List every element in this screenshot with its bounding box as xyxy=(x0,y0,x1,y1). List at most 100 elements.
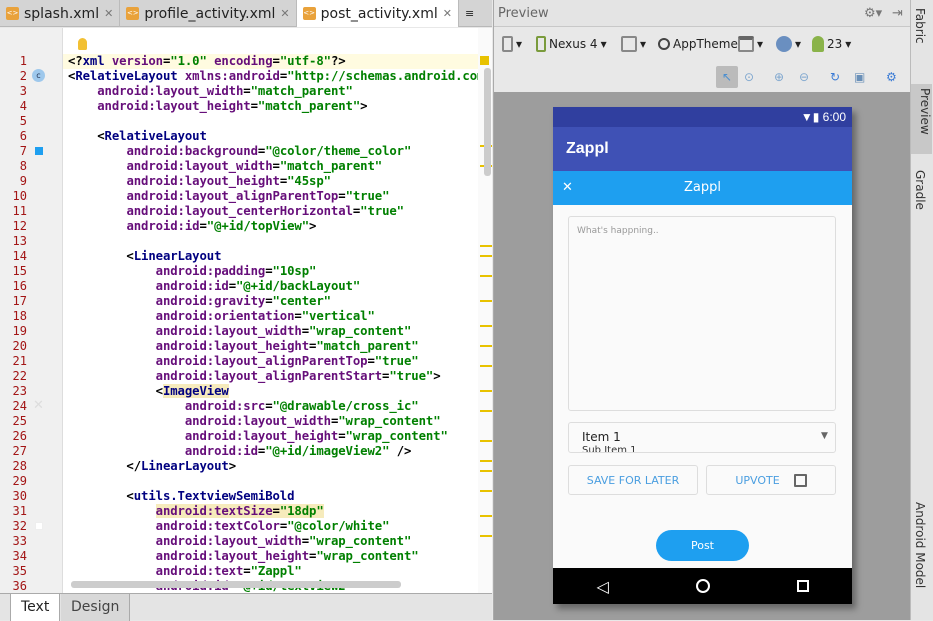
code-token: ImageView xyxy=(162,384,229,398)
actual-size-button[interactable]: ⊙ xyxy=(744,66,754,88)
api-level-dropdown[interactable]: 23 ▾ xyxy=(812,33,851,55)
code-token: android:orientation xyxy=(155,309,295,323)
stripe-marker[interactable] xyxy=(480,245,492,247)
device-dropdown[interactable]: Nexus 4 ▾ xyxy=(536,33,607,55)
code-token: < xyxy=(68,489,134,503)
code-token: = xyxy=(250,99,258,113)
color-swatch-icon xyxy=(35,147,43,155)
upvote-checkbox[interactable] xyxy=(793,473,807,487)
horizontal-scrollbar[interactable] xyxy=(71,581,401,588)
code-token: = xyxy=(294,309,302,323)
vertical-scrollbar[interactable] xyxy=(484,68,491,176)
intention-bulb-icon[interactable] xyxy=(78,38,87,50)
line-number: 16 xyxy=(12,279,27,293)
code-line: android:layout_width="wrap_content" xyxy=(68,534,478,549)
stripe-marker[interactable] xyxy=(480,410,492,412)
line-number: 4 xyxy=(19,99,27,113)
item-spinner[interactable]: Item 1 Sub Item 1 ▼ xyxy=(568,422,836,453)
tab-post-activity[interactable]: <> post_activity.xml ✕ xyxy=(296,0,459,27)
code-line: <?xml version="1.0" encoding="utf-8"?> xyxy=(68,54,478,69)
close-icon[interactable]: ✕ xyxy=(280,7,289,20)
stripe-marker[interactable] xyxy=(480,300,492,302)
code-line: android:layout_centerHorizontal="true" xyxy=(68,204,478,219)
zoom-out-button[interactable]: ⊖ xyxy=(799,66,809,88)
zoom-in-button[interactable]: ⊕ xyxy=(774,66,784,88)
preview-tool-button[interactable]: Preview xyxy=(911,84,932,154)
orientation-dropdown[interactable]: ▾ xyxy=(621,33,646,55)
hide-panel-icon[interactable]: ⇥ xyxy=(892,0,903,27)
preview-options-button[interactable]: ⚙ xyxy=(886,66,897,88)
warning-marker xyxy=(480,56,489,65)
app-bar: Zappl xyxy=(553,127,852,171)
tab-design[interactable]: Design xyxy=(61,594,131,621)
tab-text[interactable]: Text xyxy=(10,594,61,621)
gradle-tool-button[interactable]: Gradle xyxy=(913,170,927,210)
stripe-marker[interactable] xyxy=(480,275,492,277)
fabric-tool-button[interactable]: Fabric xyxy=(913,8,927,44)
code-token: <? xyxy=(68,54,83,68)
stripe-marker[interactable] xyxy=(480,325,492,327)
stripe-marker[interactable] xyxy=(480,490,492,492)
close-icon[interactable]: ✕ xyxy=(104,7,113,20)
recents-icon[interactable] xyxy=(796,580,809,592)
code-token: "wrap_content" xyxy=(316,549,419,563)
code-token: android:layout_width xyxy=(155,534,302,548)
close-icon[interactable]: ✕ xyxy=(562,171,573,205)
tabs-overflow-button[interactable]: ≡ xyxy=(459,0,480,27)
code-token: "@+id/imageView2" xyxy=(265,444,390,458)
back-icon[interactable]: ◁ xyxy=(596,577,608,596)
refresh-icon: ↻ xyxy=(830,70,841,84)
code-token: android:id xyxy=(126,219,200,233)
stripe-marker[interactable] xyxy=(480,390,492,392)
activity-dropdown[interactable]: ▾ xyxy=(738,33,763,55)
post-text-input[interactable]: What's happning.. xyxy=(568,216,836,411)
tab-profile-activity[interactable]: <> profile_activity.xml ✕ xyxy=(120,0,297,27)
theme-dropdown[interactable]: AppTheme xyxy=(658,33,738,55)
code-token: android:id xyxy=(155,279,229,293)
line-number: 1 xyxy=(19,54,27,68)
line-number: 5 xyxy=(19,114,27,128)
android-model-tool-button[interactable]: Android Model xyxy=(913,502,927,588)
code-token: > xyxy=(360,99,368,113)
upvote-button[interactable]: UPVOTE xyxy=(706,465,836,495)
post-button[interactable]: Post xyxy=(656,530,749,561)
close-icon[interactable]: ✕ xyxy=(443,7,452,20)
code-token: "match_parent" xyxy=(316,339,419,353)
tab-splash[interactable]: <> splash.xml ✕ xyxy=(0,0,121,27)
locale-dropdown[interactable]: ▾ xyxy=(776,33,801,55)
stripe-marker[interactable] xyxy=(480,515,492,517)
device-preview: ▼▮ 6:00 Zappl ✕ Zappl What's happning.. I… xyxy=(553,107,852,604)
refresh-button[interactable]: ↻ xyxy=(830,66,840,88)
code-token: "http://schemas.android.com/ap xyxy=(287,69,478,83)
screenshot-button[interactable]: ▣ xyxy=(854,66,865,88)
stripe-marker[interactable] xyxy=(480,440,492,442)
code-line: android:orientation="vertical" xyxy=(68,309,478,324)
stripe-marker[interactable] xyxy=(480,535,492,537)
stripe-marker[interactable] xyxy=(480,255,492,257)
settings-gear-icon[interactable]: ⚙▾ xyxy=(864,0,882,27)
code-token: < xyxy=(68,129,105,143)
stripe-marker[interactable] xyxy=(480,345,492,347)
stripe-marker[interactable] xyxy=(480,470,492,472)
preview-header: Preview ⚙▾ ⇥ xyxy=(494,0,911,27)
line-number: 19 xyxy=(12,324,27,338)
code-token: = xyxy=(338,429,346,443)
save-for-later-button[interactable]: SAVE FOR LATER xyxy=(568,465,698,495)
code-token: = xyxy=(243,564,251,578)
code-token: utils.TextviewSemiBold xyxy=(133,489,295,503)
line-number: 3 xyxy=(19,84,27,98)
device-type-dropdown[interactable]: ▾ xyxy=(502,33,522,55)
stripe-marker[interactable] xyxy=(480,365,492,367)
zoom-to-fit-button[interactable]: ↖ xyxy=(716,66,738,88)
code-token: "true" xyxy=(374,354,419,368)
line-number: 26 xyxy=(12,429,27,443)
code-token: = xyxy=(199,219,207,233)
code-line: android:layout_width="match_parent" xyxy=(68,84,478,99)
stripe-marker[interactable] xyxy=(480,460,492,462)
home-icon[interactable] xyxy=(695,579,710,593)
